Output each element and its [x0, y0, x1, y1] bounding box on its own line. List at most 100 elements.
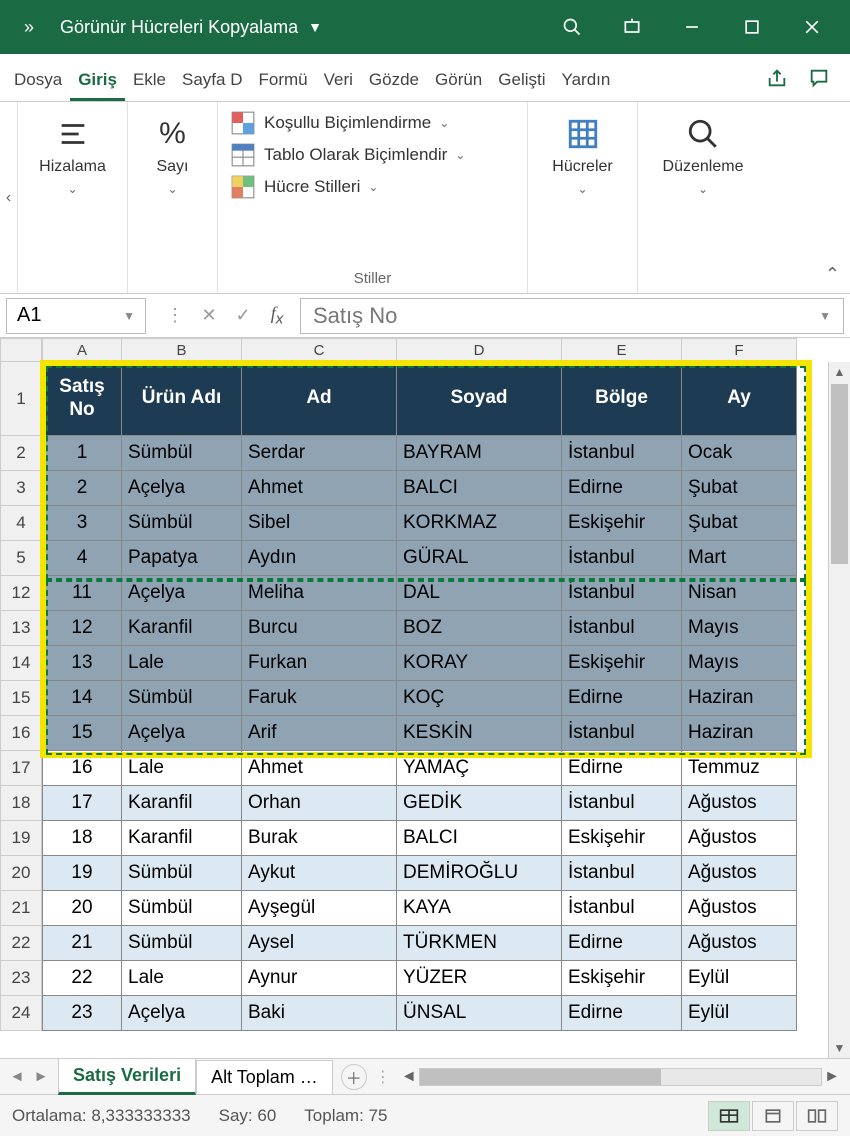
cell-styles-button[interactable]: Hücre Stilleri⌄: [230, 174, 465, 200]
grip-icon[interactable]: ⋮: [160, 305, 190, 326]
table-cell[interactable]: 19: [42, 856, 122, 891]
row-header[interactable]: 5: [0, 541, 42, 576]
table-cell[interactable]: 12: [42, 611, 122, 646]
maximize-button[interactable]: [722, 0, 782, 54]
tab-formu[interactable]: Formü: [251, 60, 316, 101]
vertical-scrollbar[interactable]: ▲ ▼: [828, 362, 850, 1058]
table-cell[interactable]: 3: [42, 506, 122, 541]
table-cell[interactable]: Açelya: [122, 996, 242, 1031]
table-cell[interactable]: Sümbül: [122, 506, 242, 541]
table-cell[interactable]: İstanbul: [562, 576, 682, 611]
table-cell[interactable]: 21: [42, 926, 122, 961]
table-cell[interactable]: Mayıs: [682, 646, 797, 681]
close-button[interactable]: [782, 0, 842, 54]
table-cell[interactable]: Karanfil: [122, 786, 242, 821]
table-cell[interactable]: Edirne: [562, 751, 682, 786]
row-header[interactable]: 3: [0, 471, 42, 506]
row-header[interactable]: 20: [0, 856, 42, 891]
title-dropdown-icon[interactable]: ▼: [308, 19, 322, 35]
table-cell[interactable]: Ahmet: [242, 471, 397, 506]
conditional-formatting-button[interactable]: Koşullu Biçimlendirme⌄: [230, 110, 465, 136]
table-cell[interactable]: KOÇ: [397, 681, 562, 716]
table-cell[interactable]: Furkan: [242, 646, 397, 681]
chevron-down-icon[interactable]: ▼: [819, 309, 831, 323]
table-cell[interactable]: Mart: [682, 541, 797, 576]
number-button[interactable]: % Sayı ⌄: [151, 110, 195, 202]
view-page-break-icon[interactable]: [796, 1101, 838, 1131]
editing-button[interactable]: Düzenleme ⌄: [659, 110, 748, 202]
table-cell[interactable]: BALCI: [397, 471, 562, 506]
column-header[interactable]: D: [397, 338, 562, 362]
table-cell[interactable]: Sümbül: [122, 436, 242, 471]
table-cell[interactable]: BAYRAM: [397, 436, 562, 471]
row-header[interactable]: 24: [0, 996, 42, 1031]
column-header[interactable]: B: [122, 338, 242, 362]
column-header[interactable]: E: [562, 338, 682, 362]
table-cell[interactable]: Ayşegül: [242, 891, 397, 926]
row-header[interactable]: 12: [0, 576, 42, 611]
sheet-tab-active[interactable]: Satış Verileri: [58, 1058, 196, 1095]
table-cell[interactable]: 20: [42, 891, 122, 926]
row-header[interactable]: 1: [0, 362, 42, 436]
table-cell[interactable]: YAMAÇ: [397, 751, 562, 786]
table-cell[interactable]: Lale: [122, 961, 242, 996]
table-cell[interactable]: Ağustos: [682, 856, 797, 891]
scroll-down-icon[interactable]: ▼: [829, 1038, 850, 1058]
select-all-cell[interactable]: [0, 338, 42, 362]
comments-icon[interactable]: [802, 61, 836, 95]
row-header[interactable]: 22: [0, 926, 42, 961]
table-cell[interactable]: YÜZER: [397, 961, 562, 996]
table-header-cell[interactable]: Ay: [682, 362, 797, 436]
ribbon-scroll-left-icon[interactable]: ‹: [0, 102, 18, 293]
table-cell[interactable]: KAYA: [397, 891, 562, 926]
table-cell[interactable]: Orhan: [242, 786, 397, 821]
scrollbar-thumb[interactable]: [420, 1069, 661, 1085]
view-normal-icon[interactable]: [708, 1101, 750, 1131]
table-cell[interactable]: Lale: [122, 751, 242, 786]
table-cell[interactable]: Sümbül: [122, 681, 242, 716]
table-cell[interactable]: Ağustos: [682, 926, 797, 961]
table-cell[interactable]: İstanbul: [562, 436, 682, 471]
table-cell[interactable]: 18: [42, 821, 122, 856]
table-cell[interactable]: Burak: [242, 821, 397, 856]
table-cell[interactable]: Faruk: [242, 681, 397, 716]
accept-formula-icon[interactable]: ✓: [228, 305, 258, 326]
table-cell[interactable]: 2: [42, 471, 122, 506]
minimize-button[interactable]: [662, 0, 722, 54]
table-cell[interactable]: Papatya: [122, 541, 242, 576]
table-cell[interactable]: BOZ: [397, 611, 562, 646]
table-cell[interactable]: Aynur: [242, 961, 397, 996]
more-commands-icon[interactable]: »: [8, 17, 50, 38]
table-cell[interactable]: Edirne: [562, 471, 682, 506]
formula-input[interactable]: Satış No ▼: [300, 298, 844, 334]
table-cell[interactable]: KORKMAZ: [397, 506, 562, 541]
table-cell[interactable]: İstanbul: [562, 891, 682, 926]
table-header-cell[interactable]: Bölge: [562, 362, 682, 436]
tab-veri[interactable]: Veri: [316, 60, 361, 101]
scroll-up-icon[interactable]: ▲: [829, 362, 850, 382]
table-cell[interactable]: Aykut: [242, 856, 397, 891]
table-cell[interactable]: Haziran: [682, 681, 797, 716]
table-cell[interactable]: Meliha: [242, 576, 397, 611]
scroll-left-icon[interactable]: ◄: [399, 1068, 419, 1086]
collapse-ribbon-icon[interactable]: ⌃: [825, 264, 840, 285]
scrollbar-thumb[interactable]: [831, 384, 848, 564]
row-header[interactable]: 13: [0, 611, 42, 646]
chevron-down-icon[interactable]: ▼: [123, 309, 135, 323]
table-cell[interactable]: 14: [42, 681, 122, 716]
table-cell[interactable]: Sümbül: [122, 891, 242, 926]
table-cell[interactable]: Açelya: [122, 716, 242, 751]
tab-gorun[interactable]: Görün: [427, 60, 490, 101]
table-cell[interactable]: Sümbül: [122, 856, 242, 891]
table-cell[interactable]: DAL: [397, 576, 562, 611]
column-header[interactable]: A: [42, 338, 122, 362]
table-header-cell[interactable]: Satış No: [42, 362, 122, 436]
table-cell[interactable]: 17: [42, 786, 122, 821]
table-cell[interactable]: GÜRAL: [397, 541, 562, 576]
cells-button[interactable]: Hücreler ⌄: [548, 110, 616, 202]
table-cell[interactable]: 23: [42, 996, 122, 1031]
table-cell[interactable]: Ağustos: [682, 821, 797, 856]
table-cell[interactable]: Ocak: [682, 436, 797, 471]
table-cell[interactable]: Mayıs: [682, 611, 797, 646]
table-cell[interactable]: 4: [42, 541, 122, 576]
